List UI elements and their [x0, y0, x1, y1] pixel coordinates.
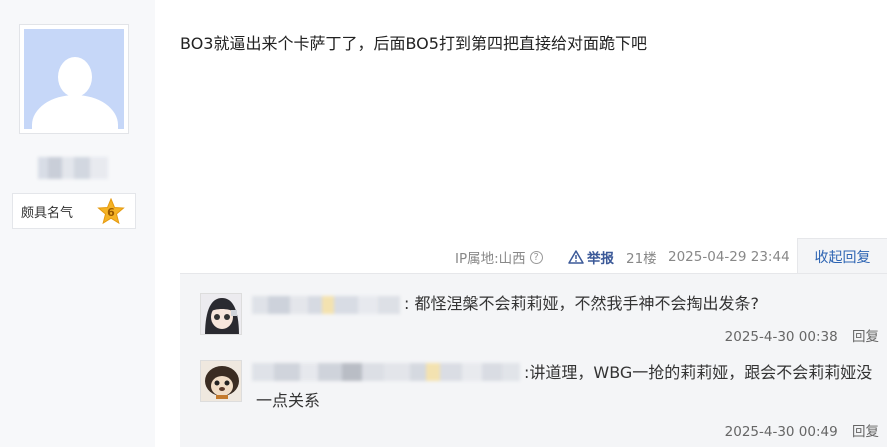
sub-reply-author-blurred[interactable] [252, 296, 400, 314]
default-avatar-icon [24, 29, 124, 129]
report-button[interactable]: 举报 [568, 247, 614, 267]
report-label: 举报 [587, 251, 614, 267]
author-column: 颇具名气 6 [0, 0, 155, 447]
level-title: 颇具名气 [21, 205, 74, 221]
level-number: 6 [107, 205, 115, 219]
sub-reply-meta: 2025-4-30 00:38 回复 [725, 325, 879, 345]
sub-reply-meta: 2025-4-30 00:49 回复 [725, 420, 879, 440]
collapse-replies-button[interactable]: 收起回复 [797, 238, 887, 274]
ip-location: IP属地:山西 ? [455, 247, 543, 267]
author-avatar[interactable] [19, 24, 129, 134]
sub-reply-text: : 都怪涅槃不会莉莉娅，不然我手神不会掏出发条? [404, 294, 759, 313]
sub-reply-text: :讲道理，WBG一抢的莉莉娅，跟会不会莉莉娅没一点关系 [256, 363, 873, 410]
warning-triangle-icon [568, 250, 584, 264]
reply-button[interactable]: 回复 [852, 329, 879, 345]
ip-location-text: IP属地:山西 [455, 251, 526, 267]
reply-button[interactable]: 回复 [852, 424, 879, 440]
dog-avatar-icon [201, 361, 241, 401]
author-name-blurred[interactable] [38, 157, 108, 179]
level-badge[interactable]: 颇具名气 6 [12, 193, 136, 229]
star-badge-icon: 6 [97, 197, 125, 226]
question-circle-icon[interactable]: ? [529, 250, 543, 264]
post-time: 2025-04-29 23:44 [668, 249, 790, 265]
sub-reply-time: 2025-4-30 00:49 [724, 424, 838, 440]
sub-reply-avatar[interactable] [200, 360, 242, 402]
floor-number: 21楼 [626, 251, 657, 267]
post-content: BO3就逼出来个卡萨丁了，后面BO5打到第四把直接给对面跪下吧 [180, 34, 647, 53]
sub-reply-time: 2025-4-30 00:38 [724, 329, 838, 345]
sub-reply-list: : 都怪涅槃不会莉莉娅，不然我手神不会掏出发条? 2025-4-30 00:38… [180, 273, 887, 447]
anime-avatar-icon [201, 294, 241, 334]
sub-reply-avatar[interactable] [200, 293, 242, 335]
